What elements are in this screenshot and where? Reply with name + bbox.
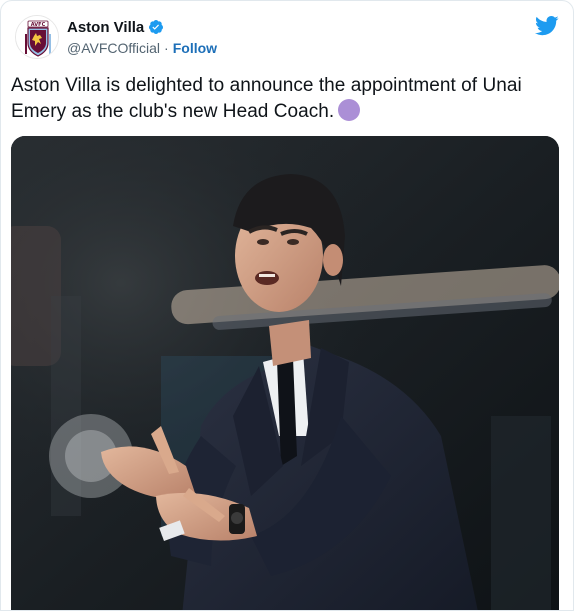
tweet-header: AVFC Aston Villa @AVFCOfficial · Follow — [11, 13, 565, 65]
handle-row: @AVFCOfficial · Follow — [67, 40, 217, 56]
avatar-crest-text: AVFC — [31, 22, 46, 28]
tweet-body: Aston Villa is delighted to announce the… — [11, 73, 567, 125]
tweet-photo[interactable] — [11, 136, 559, 610]
follow-button[interactable]: Follow — [173, 40, 217, 56]
name-row: Aston Villa — [67, 17, 217, 37]
author-handle[interactable]: @AVFCOfficial — [67, 40, 160, 56]
verified-badge-icon — [148, 19, 164, 35]
tweet-card: AVFC Aston Villa @AVFCOfficial · Follow … — [0, 0, 574, 611]
author-info: Aston Villa @AVFCOfficial · Follow — [67, 17, 217, 57]
coach-clapping-photo — [11, 136, 559, 610]
aston-villa-crest-icon: AVFC — [16, 16, 58, 58]
avatar[interactable]: AVFC — [15, 15, 59, 59]
author-display-name[interactable]: Aston Villa — [67, 19, 144, 36]
twitter-bird-icon[interactable] — [535, 16, 559, 36]
tweet-text: Aston Villa is delighted to announce the… — [11, 75, 522, 122]
handle-separator: · — [164, 40, 169, 56]
purple-circle-emoji — [338, 99, 361, 121]
